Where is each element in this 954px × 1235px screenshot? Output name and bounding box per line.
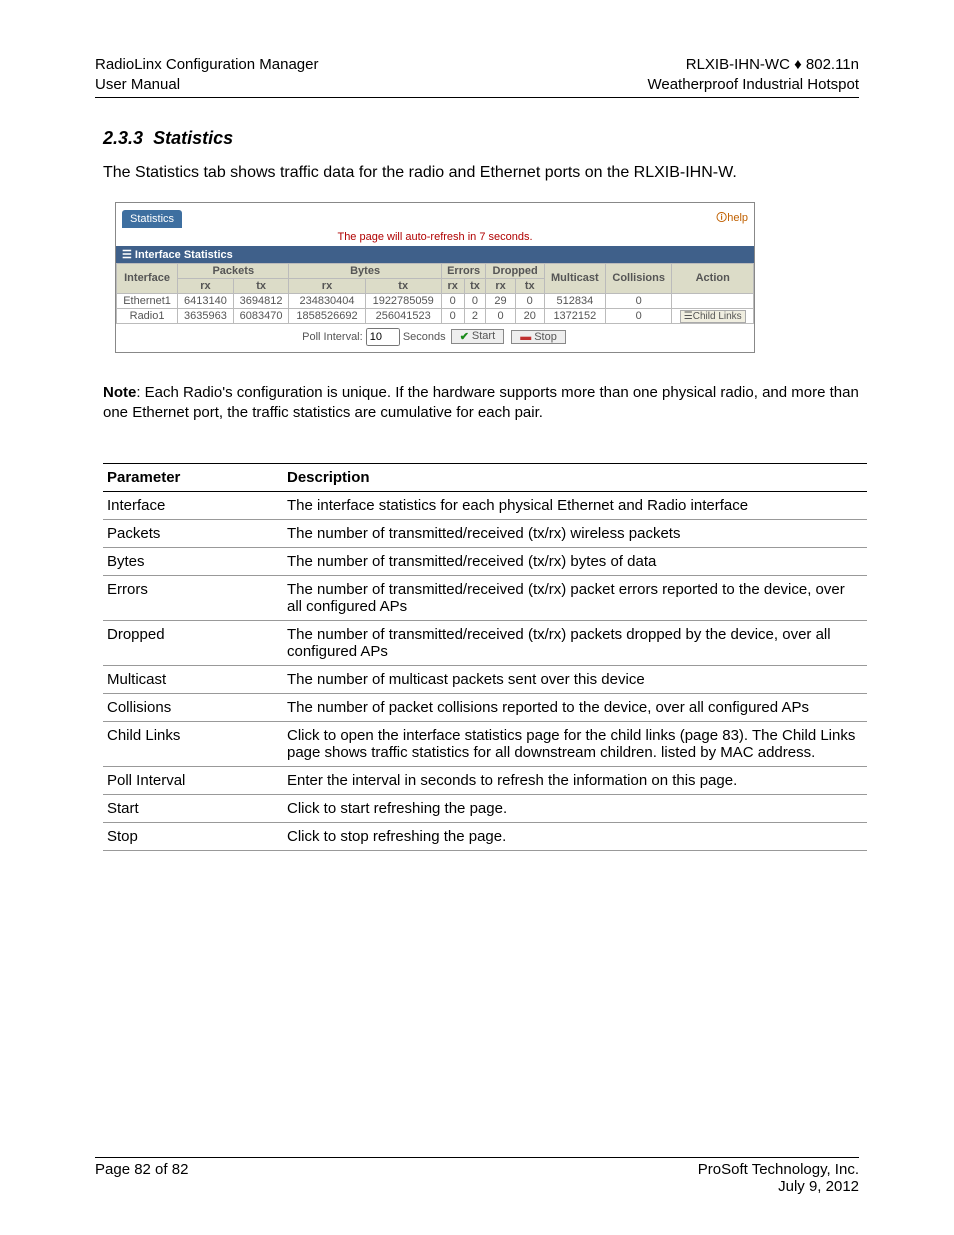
tab-statistics[interactable]: Statistics <box>122 210 182 228</box>
parameter-table: Parameter Description InterfaceThe inter… <box>103 463 867 851</box>
section-name: Statistics <box>153 128 233 148</box>
col-action: Action <box>672 263 754 293</box>
statistics-table: Interface Packets Bytes Errors Dropped M… <box>116 263 754 324</box>
table-row: Radio1 3635963 6083470 1858526692 256041… <box>117 308 754 323</box>
col-interface: Interface <box>117 263 178 293</box>
header-right-sub: Weatherproof Industrial Hotspot <box>647 75 859 95</box>
poll-interval-input[interactable] <box>366 328 400 346</box>
help-link[interactable]: 🛈help <box>716 209 748 228</box>
col-multicast: Multicast <box>544 263 605 293</box>
poll-interval-label: Poll Interval: <box>302 331 363 343</box>
desc-header: Description <box>283 464 867 492</box>
footer-date: July 9, 2012 <box>698 1178 859 1195</box>
intro-text: The Statistics tab shows traffic data fo… <box>103 163 859 184</box>
header-right-title: RLXIB-IHN-WC ♦ 802.11n <box>647 55 859 75</box>
page-header: RadioLinx Configuration Manager User Man… <box>95 55 859 98</box>
note-text: Note: Each Radio's configuration is uniq… <box>103 383 859 424</box>
stop-button[interactable]: ▬Stop <box>511 330 566 344</box>
param-header: Parameter <box>103 464 283 492</box>
auto-refresh-message: The page will auto-refresh in 7 seconds. <box>116 228 754 246</box>
col-collisions: Collisions <box>605 263 672 293</box>
start-button[interactable]: ✔Start <box>451 329 504 344</box>
poll-controls: Poll Interval: Seconds ✔Start ▬Stop <box>116 324 754 352</box>
footer-page: Page 82 of 82 <box>95 1161 188 1195</box>
table-row: Ethernet1 6413140 3694812 234830404 1922… <box>117 293 754 308</box>
col-dropped: Dropped <box>486 263 544 278</box>
section-number: 2.3.3 <box>103 128 143 148</box>
child-links-button[interactable]: ☰Child Links <box>680 310 746 323</box>
panel-header: ☰ Interface Statistics <box>116 246 754 263</box>
col-bytes: Bytes <box>289 263 441 278</box>
page-footer: Page 82 of 82 ProSoft Technology, Inc. J… <box>95 1157 859 1195</box>
header-left-title: RadioLinx Configuration Manager <box>95 55 318 75</box>
statistics-panel: Statistics 🛈help The page will auto-refr… <box>115 202 755 353</box>
seconds-label: Seconds <box>403 331 446 343</box>
section-heading: 2.3.3 Statistics <box>103 128 859 149</box>
col-packets: Packets <box>178 263 289 278</box>
footer-company: ProSoft Technology, Inc. <box>698 1161 859 1178</box>
header-left-sub: User Manual <box>95 75 318 95</box>
col-errors: Errors <box>441 263 486 278</box>
